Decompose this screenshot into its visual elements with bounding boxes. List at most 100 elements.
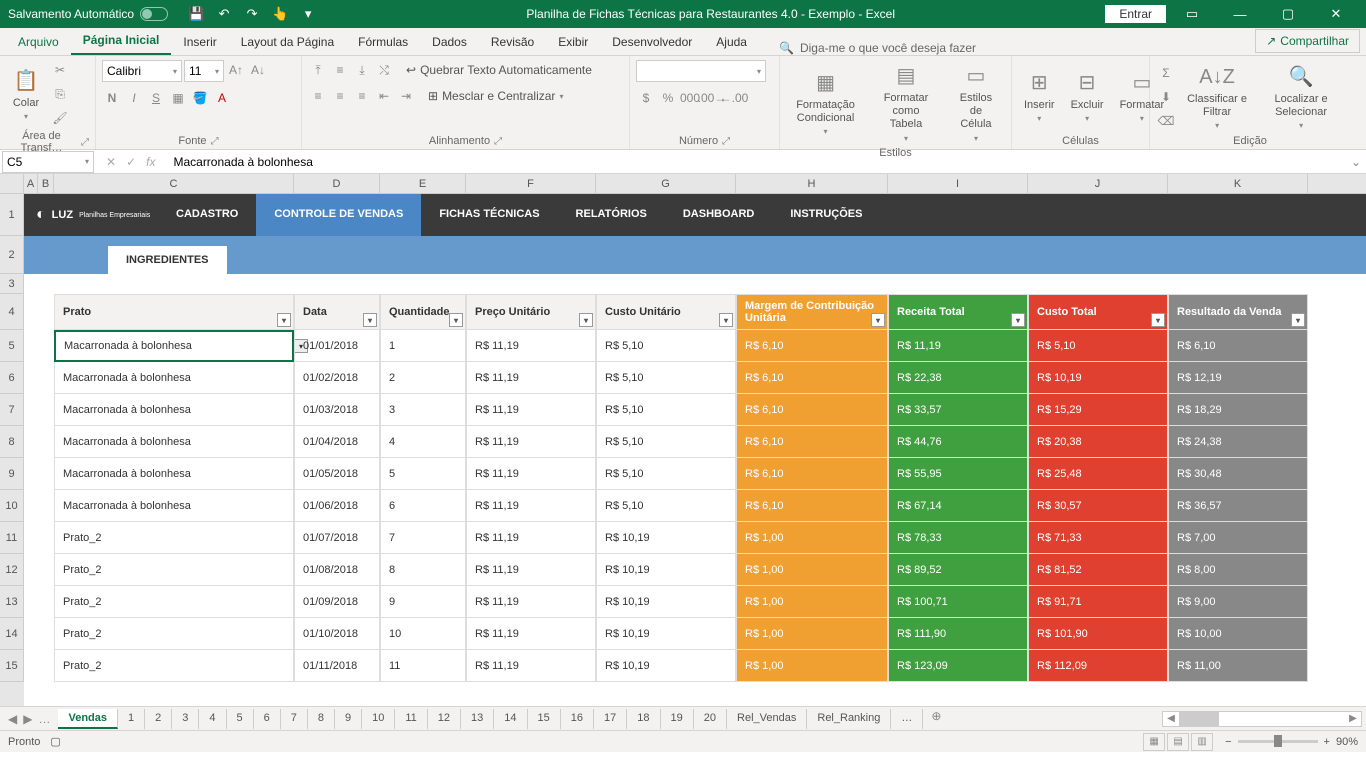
cell[interactable]: 01/04/2018 bbox=[294, 426, 380, 458]
cell[interactable]: R$ 8,00 bbox=[1168, 554, 1308, 586]
cell[interactable]: Prato_2 bbox=[54, 586, 294, 618]
cell[interactable]: R$ 5,10 bbox=[1028, 330, 1168, 362]
cell[interactable]: R$ 10,19 bbox=[596, 586, 736, 618]
sheet-tab[interactable]: 3 bbox=[172, 709, 199, 729]
cell[interactable]: R$ 22,38 bbox=[888, 362, 1028, 394]
cell[interactable]: 01/05/2018 bbox=[294, 458, 380, 490]
col-header-G[interactable]: G bbox=[596, 174, 736, 193]
row-header-3[interactable]: 3 bbox=[0, 274, 24, 294]
cell[interactable]: R$ 11,00 bbox=[1168, 650, 1308, 682]
cell[interactable]: 5 bbox=[380, 458, 466, 490]
launcher-icon[interactable]: ⤢ bbox=[81, 137, 89, 148]
cell[interactable]: R$ 5,10 bbox=[596, 426, 736, 458]
format-as-table-button[interactable]: ▤Formatar como Tabela▾ bbox=[869, 60, 943, 145]
cell[interactable]: 6 bbox=[380, 490, 466, 522]
cell[interactable]: R$ 20,38 bbox=[1028, 426, 1168, 458]
cell[interactable]: 01/10/2018 bbox=[294, 618, 380, 650]
sheet-nav-item-2[interactable]: FICHAS TÉCNICAS bbox=[421, 194, 557, 236]
align-center-icon[interactable]: ≡ bbox=[330, 86, 350, 106]
cell[interactable]: Macarronada à bolonhesa▾ bbox=[54, 330, 294, 362]
sheet-nav-item-0[interactable]: CADASTRO bbox=[158, 194, 256, 236]
orientation-icon[interactable]: ⤭ bbox=[374, 60, 394, 80]
sheet-tab[interactable]: 9 bbox=[335, 709, 362, 729]
decrease-indent-icon[interactable]: ⇤ bbox=[374, 86, 394, 106]
tab-developer[interactable]: Desenvolvedor bbox=[600, 29, 704, 55]
cell[interactable]: R$ 33,57 bbox=[888, 394, 1028, 426]
col-header-I[interactable]: I bbox=[888, 174, 1028, 193]
cell[interactable]: R$ 11,19 bbox=[888, 330, 1028, 362]
cell[interactable]: R$ 1,00 bbox=[736, 554, 888, 586]
cell[interactable]: Prato_2 bbox=[54, 522, 294, 554]
sheet-nav-prev-icon[interactable]: ▶ bbox=[23, 712, 32, 726]
cell[interactable]: R$ 11,19 bbox=[466, 586, 596, 618]
cell[interactable]: Macarronada à bolonhesa bbox=[54, 362, 294, 394]
cell[interactable]: 10 bbox=[380, 618, 466, 650]
fx-icon[interactable]: fx bbox=[146, 155, 155, 169]
cell[interactable]: R$ 71,33 bbox=[1028, 522, 1168, 554]
sheet-tab[interactable]: 20 bbox=[694, 709, 727, 729]
cell[interactable]: 01/01/2018 bbox=[294, 330, 380, 362]
table-header-cell[interactable]: Data▾ bbox=[294, 294, 380, 330]
col-header-F[interactable]: F bbox=[466, 174, 596, 193]
cell[interactable]: R$ 7,00 bbox=[1168, 522, 1308, 554]
row-header-1[interactable]: 1 bbox=[0, 194, 24, 236]
cell[interactable]: R$ 30,48 bbox=[1168, 458, 1308, 490]
sheet-tab[interactable]: 4 bbox=[199, 709, 226, 729]
underline-icon[interactable]: S bbox=[146, 88, 166, 108]
horizontal-scrollbar[interactable]: ◀ ▶ bbox=[1162, 711, 1362, 727]
tab-review[interactable]: Revisão bbox=[479, 29, 546, 55]
save-icon[interactable]: 💾 bbox=[188, 6, 204, 22]
cell[interactable]: R$ 11,19 bbox=[466, 554, 596, 586]
row-header-7[interactable]: 7 bbox=[0, 394, 24, 426]
sheet-tab[interactable]: 17 bbox=[594, 709, 627, 729]
sheet-tab[interactable]: Rel_Ranking bbox=[807, 709, 891, 729]
sheet-tab[interactable]: 14 bbox=[494, 709, 527, 729]
cell[interactable]: R$ 91,71 bbox=[1028, 586, 1168, 618]
clear-icon[interactable]: ⌫ bbox=[1156, 111, 1176, 131]
cell[interactable]: R$ 6,10 bbox=[1168, 330, 1308, 362]
col-header-H[interactable]: H bbox=[736, 174, 888, 193]
cell[interactable]: R$ 6,10 bbox=[736, 362, 888, 394]
zoom-slider[interactable] bbox=[1238, 740, 1318, 743]
cell[interactable]: R$ 6,10 bbox=[736, 330, 888, 362]
font-name-combo[interactable]: Calibri▾ bbox=[102, 60, 182, 82]
sheet-tab[interactable]: 2 bbox=[145, 709, 172, 729]
cell[interactable]: R$ 112,09 bbox=[1028, 650, 1168, 682]
copy-icon[interactable]: ⎘ bbox=[50, 84, 70, 104]
delete-cells-button[interactable]: ⊟Excluir▾ bbox=[1065, 67, 1110, 126]
cell[interactable]: R$ 10,00 bbox=[1168, 618, 1308, 650]
table-header-cell[interactable]: Margem de Contribuição Unitária▾ bbox=[736, 294, 888, 330]
row-header-6[interactable]: 6 bbox=[0, 362, 24, 394]
col-header-A[interactable]: A bbox=[24, 174, 38, 193]
view-pagebreak-icon[interactable]: ▥ bbox=[1191, 733, 1213, 751]
insert-cells-button[interactable]: ⊞Inserir▾ bbox=[1018, 67, 1061, 126]
cell[interactable]: 01/07/2018 bbox=[294, 522, 380, 554]
number-format-combo[interactable]: ▾ bbox=[636, 60, 766, 82]
italic-icon[interactable]: I bbox=[124, 88, 144, 108]
tell-me-search[interactable]: 🔍 Diga-me o que você deseja fazer bbox=[759, 41, 1255, 55]
view-normal-icon[interactable]: ▦ bbox=[1143, 733, 1165, 751]
filter-icon[interactable]: ▾ bbox=[449, 313, 463, 327]
cell[interactable]: R$ 11,19 bbox=[466, 458, 596, 490]
cell[interactable]: R$ 15,29 bbox=[1028, 394, 1168, 426]
cell[interactable]: R$ 1,00 bbox=[736, 586, 888, 618]
filter-icon[interactable]: ▾ bbox=[871, 313, 885, 327]
cell[interactable]: R$ 5,10 bbox=[596, 490, 736, 522]
launcher-icon[interactable]: ⤢ bbox=[494, 136, 502, 147]
sheet-tab[interactable]: 13 bbox=[461, 709, 494, 729]
sheet-tab[interactable]: Rel_Vendas bbox=[727, 709, 807, 729]
tab-view[interactable]: Exibir bbox=[546, 29, 600, 55]
cell[interactable]: R$ 55,95 bbox=[888, 458, 1028, 490]
new-sheet-icon[interactable]: ⊕ bbox=[923, 709, 949, 729]
cell[interactable]: R$ 24,38 bbox=[1168, 426, 1308, 458]
cell[interactable]: R$ 18,29 bbox=[1168, 394, 1308, 426]
view-pagelayout-icon[interactable]: ▤ bbox=[1167, 733, 1189, 751]
format-painter-icon[interactable]: 🖌 bbox=[50, 108, 70, 128]
sheet-tab[interactable]: 1 bbox=[118, 709, 145, 729]
maximize-icon[interactable]: ▢ bbox=[1266, 0, 1310, 28]
row-header-2[interactable]: 2 bbox=[0, 236, 24, 274]
zoom-level[interactable]: 90% bbox=[1336, 736, 1358, 748]
font-color-icon[interactable]: A bbox=[212, 88, 232, 108]
expand-formulabar-icon[interactable]: ⌄ bbox=[1346, 155, 1366, 169]
undo-icon[interactable]: ↶ bbox=[216, 6, 232, 22]
